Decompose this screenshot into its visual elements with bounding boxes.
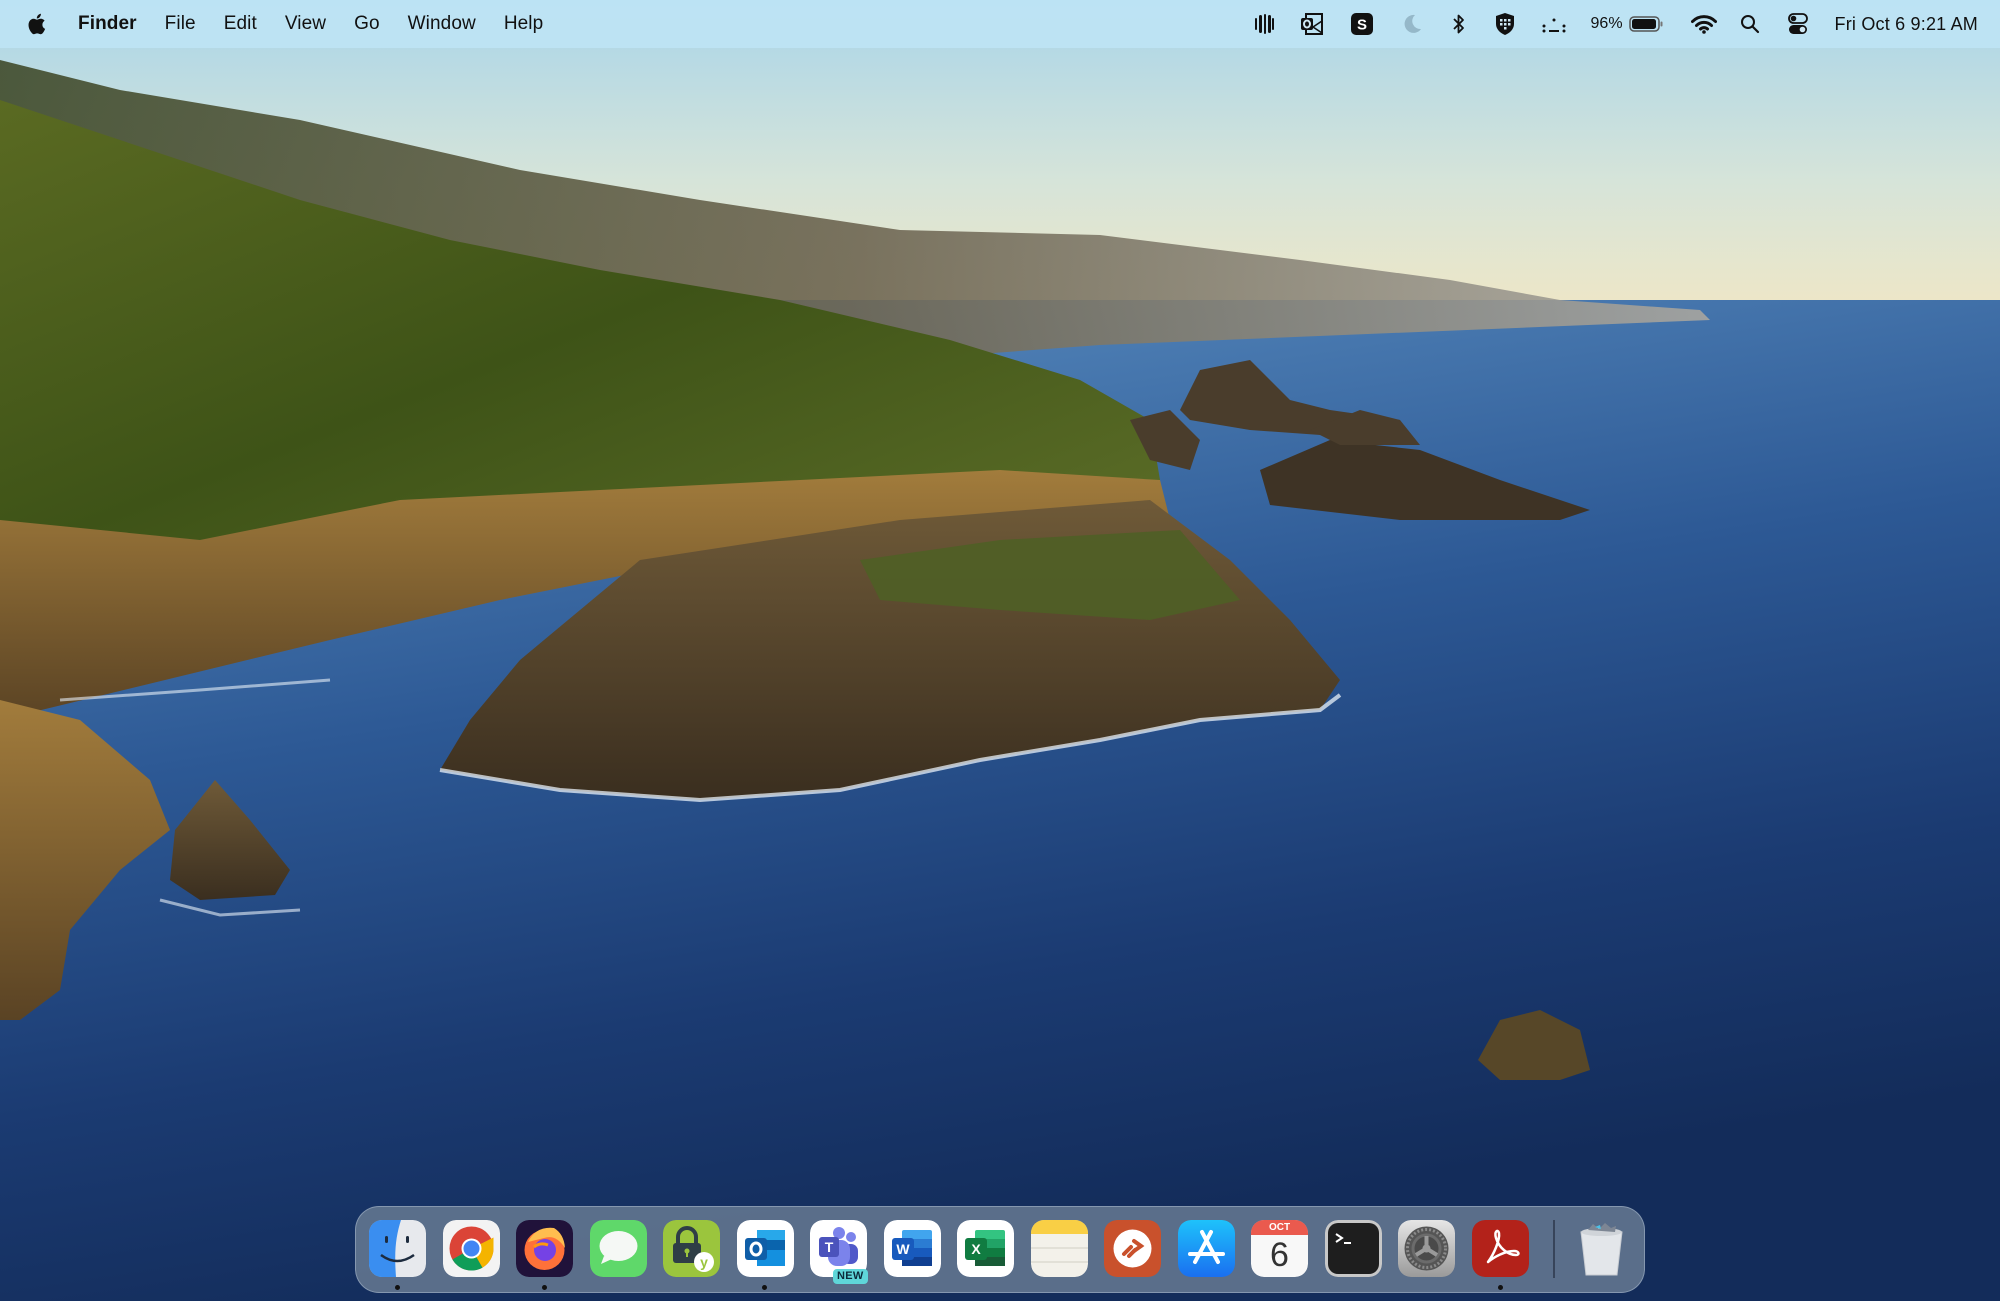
dock-system-settings[interactable] bbox=[1398, 1220, 1455, 1277]
messages-icon bbox=[589, 1220, 647, 1277]
menu-clock[interactable]: Fri Oct 6 9:21 AM bbox=[1835, 14, 1978, 35]
menu-bar: Finder File Edit View Go Window Help S 9… bbox=[0, 0, 2000, 48]
dock-excel[interactable]: X bbox=[957, 1220, 1014, 1277]
menu-file[interactable]: File bbox=[165, 13, 196, 35]
notes-icon bbox=[1030, 1220, 1088, 1277]
svg-text:y: y bbox=[700, 1254, 708, 1270]
spotlight-search-icon[interactable] bbox=[1739, 0, 1761, 48]
skype-s-icon[interactable]: S bbox=[1349, 0, 1375, 48]
system-settings-icon bbox=[1398, 1220, 1455, 1277]
wifi-icon[interactable] bbox=[1690, 0, 1717, 48]
dock-messages[interactable] bbox=[589, 1220, 647, 1277]
running-indicator bbox=[395, 1285, 400, 1290]
outlook-icon bbox=[736, 1220, 794, 1277]
new-badge: NEW bbox=[833, 1269, 868, 1284]
menu-view[interactable]: View bbox=[285, 13, 326, 35]
chrome-icon bbox=[442, 1220, 500, 1277]
running-indicator bbox=[762, 1285, 767, 1290]
menu-window[interactable]: Window bbox=[408, 13, 476, 35]
dock-terminal[interactable] bbox=[1324, 1220, 1382, 1277]
dock-finder[interactable] bbox=[369, 1220, 426, 1277]
finder-icon bbox=[369, 1220, 426, 1277]
dock-calendar[interactable]: OCT 6 bbox=[1251, 1220, 1308, 1277]
running-indicator bbox=[542, 1285, 547, 1290]
bluetooth-icon[interactable] bbox=[1447, 0, 1471, 48]
svg-text:T: T bbox=[825, 1239, 834, 1255]
dock: y T NEW W X OCT 6 bbox=[355, 1206, 1645, 1293]
dock-separator bbox=[1553, 1220, 1555, 1278]
remote-desktop-icon bbox=[1104, 1220, 1161, 1277]
dock-word[interactable]: W bbox=[883, 1220, 941, 1277]
menu-help[interactable]: Help bbox=[504, 13, 543, 35]
svg-text:X: X bbox=[971, 1241, 981, 1257]
control-center-icon[interactable] bbox=[1787, 0, 1809, 48]
desktop-wallpaper bbox=[0, 0, 2000, 1301]
dock-acrobat[interactable] bbox=[1471, 1220, 1529, 1277]
word-icon: W bbox=[883, 1220, 941, 1277]
calendar-month: OCT bbox=[1268, 1222, 1291, 1233]
focus-moon-icon[interactable] bbox=[1399, 0, 1425, 48]
barcode-app-icon[interactable] bbox=[1251, 0, 1277, 48]
dock-outlook[interactable] bbox=[736, 1220, 794, 1277]
dock-yubico[interactable]: y bbox=[663, 1220, 720, 1277]
dock-app-store[interactable] bbox=[1177, 1220, 1235, 1277]
lock-y-icon: y bbox=[663, 1220, 720, 1277]
dock-notes[interactable] bbox=[1030, 1220, 1088, 1277]
shield-vpn-icon[interactable] bbox=[1493, 0, 1517, 48]
calendar-day: 6 bbox=[1270, 1236, 1289, 1274]
svg-text:S: S bbox=[1357, 17, 1367, 34]
menu-go[interactable]: Go bbox=[354, 13, 380, 35]
terminal-icon bbox=[1324, 1220, 1382, 1277]
acrobat-icon bbox=[1471, 1220, 1529, 1277]
dock-remote-desktop[interactable] bbox=[1104, 1220, 1161, 1277]
apple-logo-icon[interactable] bbox=[26, 11, 48, 37]
dock-trash[interactable] bbox=[1573, 1220, 1630, 1277]
svg-text:W: W bbox=[896, 1241, 910, 1257]
running-indicator bbox=[1498, 1285, 1503, 1290]
dock-firefox[interactable] bbox=[516, 1220, 573, 1277]
battery-percent: 96% bbox=[1590, 15, 1623, 32]
excel-icon: X bbox=[957, 1220, 1014, 1277]
app-store-icon bbox=[1177, 1220, 1235, 1277]
firefox-icon bbox=[516, 1220, 573, 1277]
dock-chrome[interactable] bbox=[442, 1220, 500, 1277]
menu-app-name[interactable]: Finder bbox=[78, 13, 137, 35]
dots-status-icon[interactable] bbox=[1541, 0, 1567, 48]
trash-icon bbox=[1580, 1223, 1623, 1276]
battery-icon[interactable] bbox=[1628, 0, 1665, 48]
menu-edit[interactable]: Edit bbox=[224, 13, 257, 35]
outlook-status-icon[interactable] bbox=[1299, 0, 1325, 48]
